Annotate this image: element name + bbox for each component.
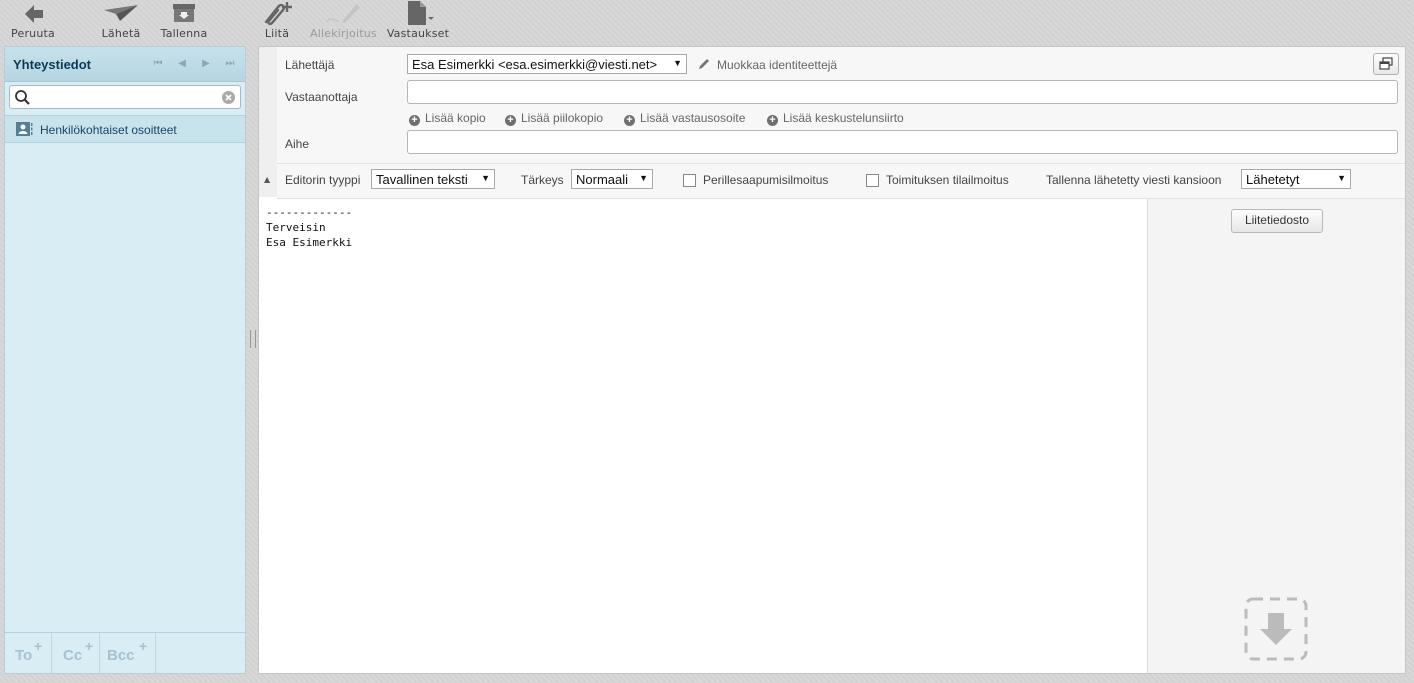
delivery-receipt-label: Perillesaapumisilmoitus bbox=[703, 173, 829, 187]
cancel-label: Peruuta bbox=[11, 27, 55, 40]
from-value: Esa Esimerkki <esa.esimerkki@viesti.net> bbox=[412, 57, 658, 72]
next-page-icon[interactable]: ▶ bbox=[199, 57, 213, 71]
editor-type-label: Editorin tyyppi bbox=[285, 173, 361, 187]
add-bcc-label: Lisää piilokopio bbox=[521, 111, 604, 125]
message-body[interactable]: ------------- Terveisin Esa Esimerkki bbox=[259, 199, 1148, 673]
to-label: Vastaanottaja bbox=[285, 90, 358, 104]
add-icon: + bbox=[409, 115, 420, 126]
contacts-footer: To + Cc + Bcc + bbox=[5, 632, 245, 673]
signature-label: Allekirjoitus bbox=[310, 27, 377, 40]
message-body-text[interactable]: ------------- Terveisin Esa Esimerkki bbox=[259, 199, 1147, 256]
attach-label: Liitä bbox=[264, 27, 290, 40]
insert-to-label: To bbox=[15, 647, 33, 664]
add-cc-link[interactable]: + Lisää kopio bbox=[409, 111, 486, 126]
compose-options: Editorin tyyppi Tavallinen teksti ▼ Tärk… bbox=[277, 164, 1405, 199]
save-sent-label: Tallenna lähetetty viesti kansioon bbox=[1046, 173, 1222, 187]
priority-select[interactable]: Normaali ▼ bbox=[571, 169, 653, 189]
to-field[interactable] bbox=[407, 80, 1398, 104]
prev-page-icon[interactable]: ◀ bbox=[175, 57, 189, 71]
insert-bcc-label: Bcc bbox=[107, 647, 135, 664]
from-select[interactable]: Esa Esimerkki <esa.esimerkki@viesti.net>… bbox=[407, 54, 687, 74]
first-page-icon[interactable]: ⏮ bbox=[151, 57, 165, 71]
collapse-headers-icon[interactable]: ▲ bbox=[264, 175, 270, 184]
signature-button[interactable]: Allekirjoitus bbox=[310, 0, 377, 42]
save-box-icon bbox=[173, 4, 195, 22]
plus-icon: + bbox=[85, 638, 94, 654]
priority-value: Normaali bbox=[576, 172, 629, 187]
contacts-title: Yhteystiedot bbox=[13, 57, 92, 72]
responses-label: Vastaukset bbox=[386, 27, 450, 40]
send-label: Lähetä bbox=[101, 27, 141, 40]
editor-type-select[interactable]: Tavallinen teksti ▼ bbox=[371, 169, 495, 189]
save-sent-select[interactable]: Lähetetyt ▼ bbox=[1241, 169, 1351, 189]
pen-icon bbox=[326, 4, 360, 23]
cancel-button[interactable]: Peruuta bbox=[10, 0, 56, 42]
insert-to-button[interactable]: To + bbox=[5, 633, 52, 673]
attachments-pane: Liitetiedosto bbox=[1148, 199, 1405, 673]
attach-button[interactable]: Liitä bbox=[258, 0, 296, 42]
save-label: Tallenna bbox=[160, 27, 208, 40]
drop-arrow-icon[interactable] bbox=[1244, 597, 1308, 661]
insert-cc-button[interactable]: Cc + bbox=[53, 633, 100, 673]
subject-field[interactable] bbox=[407, 130, 1398, 154]
paper-plane-icon bbox=[104, 5, 138, 21]
search-icon bbox=[15, 90, 30, 105]
contacts-header: Yhteystiedot ⏮ ◀ ▶ ⏭ bbox=[5, 47, 245, 82]
contacts-search bbox=[9, 85, 241, 109]
edit-identities-link[interactable]: Muokkaa identiteettejä bbox=[717, 58, 837, 72]
document-icon bbox=[408, 1, 434, 25]
chevron-down-icon: ▼ bbox=[673, 58, 682, 68]
from-label: Lähettäjä bbox=[285, 58, 335, 72]
chevron-down-icon: ▼ bbox=[481, 173, 490, 183]
chevron-down-icon: ▼ bbox=[639, 173, 648, 183]
add-icon: + bbox=[624, 115, 635, 126]
add-attachment-button[interactable]: Liitetiedosto bbox=[1231, 209, 1323, 233]
plus-icon: + bbox=[139, 638, 148, 654]
add-reply-to-link[interactable]: + Lisää vastausosoite bbox=[624, 111, 745, 126]
add-bcc-link[interactable]: + Lisää piilokopio bbox=[505, 111, 603, 126]
contacts-panel: Yhteystiedot ⏮ ◀ ▶ ⏭ Henkilökohtaiset os… bbox=[4, 46, 246, 674]
priority-label: Tärkeys bbox=[521, 173, 564, 187]
subject-label: Aihe bbox=[285, 137, 310, 151]
delivery-receipt-checkbox[interactable] bbox=[683, 174, 696, 187]
panel-splitter[interactable] bbox=[250, 330, 256, 348]
responses-button[interactable]: Vastaukset bbox=[386, 0, 450, 42]
insert-cc-label: Cc bbox=[63, 647, 83, 664]
add-followup-to-label: Lisää keskustelunsiirto bbox=[783, 111, 904, 125]
add-cc-label: Lisää kopio bbox=[425, 111, 486, 125]
address-book-item[interactable]: Henkilökohtaiset osoitteet bbox=[5, 115, 245, 143]
send-button[interactable]: Lähetä bbox=[100, 0, 142, 42]
clear-icon[interactable] bbox=[221, 90, 236, 105]
plus-icon: + bbox=[34, 638, 43, 654]
add-followup-to-link[interactable]: + Lisää keskustelunsiirto bbox=[767, 111, 904, 126]
save-button[interactable]: Tallenna bbox=[158, 0, 210, 42]
paperclip-icon bbox=[264, 2, 292, 26]
search-input[interactable] bbox=[34, 88, 224, 108]
popout-button[interactable] bbox=[1373, 53, 1399, 75]
message-headers: Lähettäjä Esa Esimerkki <esa.esimerkki@v… bbox=[277, 47, 1405, 164]
editor-type-value: Tavallinen teksti bbox=[376, 172, 468, 187]
return-receipt-checkbox[interactable] bbox=[866, 174, 879, 187]
popout-icon bbox=[1379, 57, 1393, 70]
add-icon: + bbox=[505, 115, 516, 126]
chevron-down-icon: ▼ bbox=[1337, 173, 1346, 183]
contact-card-icon bbox=[16, 122, 33, 136]
add-icon: + bbox=[767, 115, 778, 126]
arrow-left-icon bbox=[25, 5, 43, 23]
compose-panel: ▲ Lähettäjä Esa Esimerkki <esa.esimerkki… bbox=[258, 46, 1406, 674]
last-page-icon[interactable]: ⏭ bbox=[223, 57, 237, 71]
insert-bcc-button[interactable]: Bcc + bbox=[101, 633, 156, 673]
return-receipt-label: Toimituksen tilailmoitus bbox=[886, 173, 1009, 187]
save-sent-value: Lähetetyt bbox=[1246, 172, 1300, 187]
pencil-icon bbox=[699, 59, 709, 69]
header-toggle-strip: ▲ bbox=[259, 47, 278, 197]
toolbar: Peruuta Lähetä Tallenna Liitä Allekirjoi… bbox=[0, 0, 1414, 44]
add-reply-to-label: Lisää vastausosoite bbox=[640, 111, 746, 125]
address-book-label: Henkilökohtaiset osoitteet bbox=[40, 123, 177, 137]
